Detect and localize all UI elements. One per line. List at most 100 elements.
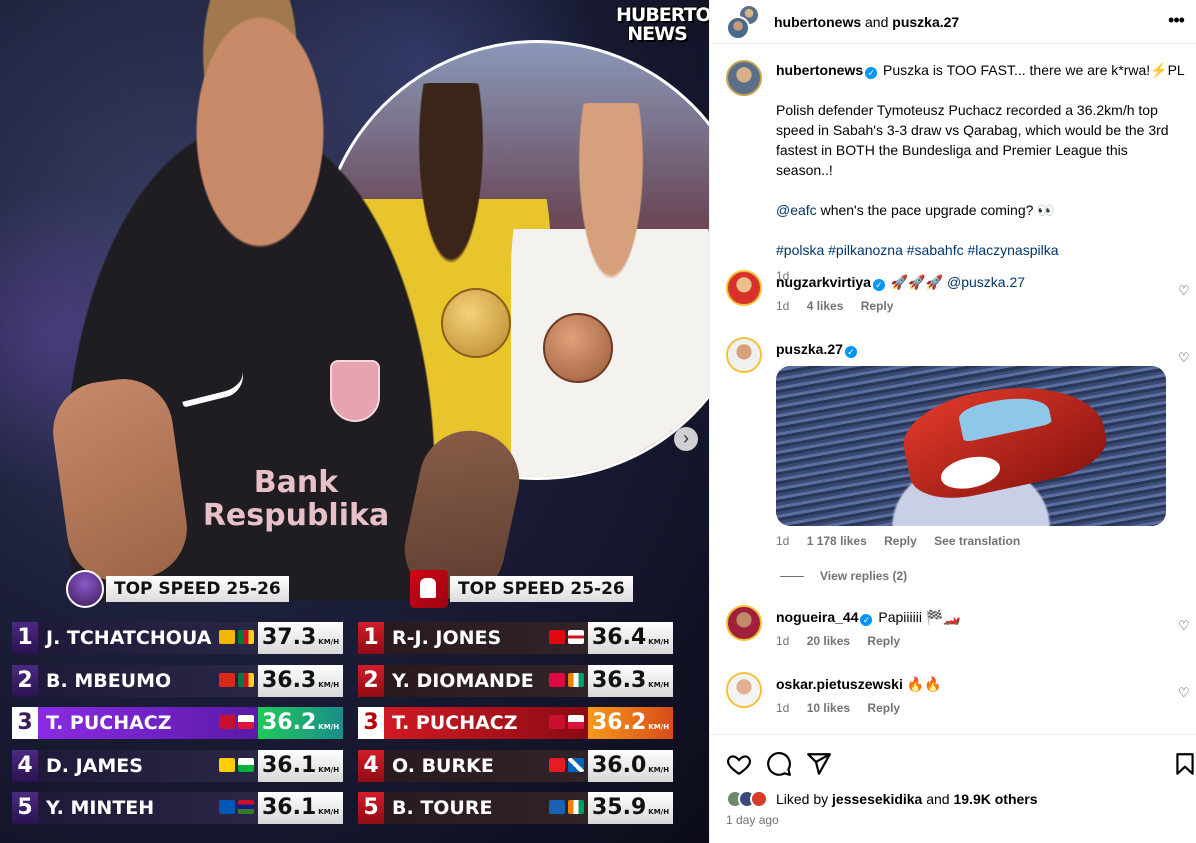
caption-question: when's the pace upgrade coming? 👀	[820, 202, 1055, 218]
bl-header: TOP SPEED 25-26	[410, 570, 633, 608]
bookmark-icon[interactable]	[1172, 751, 1196, 777]
pl-title: TOP SPEED 25-26	[106, 576, 289, 602]
author-username[interactable]: hubertonews	[774, 14, 861, 30]
rank-number: 3	[12, 707, 38, 739]
flag-icon	[219, 630, 235, 644]
comment-mention[interactable]: @puszka.27	[947, 274, 1025, 290]
sponsor-line-1: Bank	[253, 465, 339, 500]
speed-unit: KM/H	[648, 680, 670, 689]
flag-icon	[238, 630, 254, 644]
player-name: B. TOURE	[384, 792, 588, 824]
carousel-next-button[interactable]: ›	[674, 427, 698, 451]
sponsor-line-2: Respublika	[202, 498, 390, 533]
player-name: Y. DIOMANDE	[384, 664, 588, 697]
speed-unit: KM/H	[318, 638, 340, 646]
comment-username[interactable]: puszka.27	[776, 341, 843, 357]
comment-likes[interactable]: 20 likes	[807, 634, 850, 648]
share-send-icon[interactable]	[806, 751, 832, 777]
avatar[interactable]	[726, 270, 762, 306]
verified-badge-icon: ✓	[860, 614, 873, 626]
speed-number: 36.0	[592, 752, 647, 778]
caption-mention[interactable]: @eafc	[776, 202, 817, 218]
like-comment-heart-icon[interactable]: ♡	[1178, 619, 1192, 633]
comment-bubble-icon[interactable]	[766, 751, 792, 777]
player-name-text: B. MBEUMO	[46, 669, 172, 692]
like-comment-heart-icon[interactable]: ♡	[1178, 284, 1192, 298]
comment-likes[interactable]: 1 178 likes	[807, 534, 867, 548]
club-and-nation-icons	[549, 715, 584, 729]
club-and-nation-icons	[549, 630, 584, 644]
player-name: T. PUCHACZ	[384, 707, 588, 739]
comment-likes[interactable]: 4 likes	[807, 299, 844, 313]
liked-by-count[interactable]: 19.9K others	[953, 791, 1037, 807]
speed-row: 1 R-J. JONES 36.4 KM/H	[358, 622, 673, 654]
see-translation-button[interactable]: See translation	[934, 534, 1020, 548]
bronze-medal	[543, 313, 613, 383]
top-speed-value: 36.3 KM/H	[258, 664, 343, 697]
speed-unit: KM/H	[318, 723, 340, 731]
top-speed-value: 36.4 KM/H	[588, 622, 673, 654]
avatar[interactable]	[726, 337, 762, 373]
coauthor-username[interactable]: puszka.27	[892, 14, 959, 30]
collab-avatars[interactable]	[726, 3, 764, 40]
club-and-nation-icons	[549, 672, 584, 687]
speed-unit: KM/H	[648, 808, 670, 816]
like-comment-heart-icon[interactable]: ♡	[1178, 686, 1192, 700]
premier-league-logo-icon	[66, 570, 104, 608]
liked-by: Liked by jessesekidika and 19.9K others	[726, 790, 1038, 808]
player-name: Y. MINTEH	[38, 792, 258, 824]
player-name: B. MBEUMO	[38, 664, 258, 697]
reply-button[interactable]: Reply	[884, 534, 917, 548]
view-replies-button[interactable]: View replies (2)	[780, 569, 907, 583]
rank-number: 1	[358, 622, 384, 654]
like-heart-icon[interactable]	[726, 751, 752, 777]
flag-icon	[219, 800, 235, 814]
avatar	[726, 15, 750, 40]
speed-number: 36.3	[592, 667, 647, 693]
more-options-icon[interactable]: •••	[1166, 10, 1186, 30]
top-speed-value: 36.3 KM/H	[588, 664, 673, 697]
flag-icon	[238, 715, 254, 729]
flag-icon	[549, 672, 565, 687]
speed-unit: KM/H	[318, 765, 340, 774]
reply-button[interactable]: Reply	[861, 299, 894, 313]
flag-icon	[238, 672, 254, 687]
speed-number: 37.3	[262, 625, 317, 650]
flag-icon	[549, 715, 565, 729]
avatar[interactable]	[726, 672, 762, 708]
player-name-text: D. JAMES	[46, 754, 143, 777]
lightning-mcqueen-gif[interactable]	[776, 366, 1166, 526]
flag-icon	[568, 672, 584, 687]
flag-icon	[568, 800, 584, 814]
club-and-nation-icons	[549, 757, 584, 772]
player-name: J. TCHATCHOUA	[38, 622, 258, 654]
post-media: Bank Respublika HUBERTO NEWS › TOP SPEED…	[0, 0, 709, 843]
player-name: R-J. JONES	[384, 622, 588, 654]
speed-number: 36.2	[262, 710, 317, 735]
avatar[interactable]	[726, 605, 762, 641]
comment-username[interactable]: oskar.pietuszewski	[776, 676, 903, 692]
verified-badge-icon: ✓	[865, 67, 878, 79]
caption-username[interactable]: hubertonews	[776, 62, 863, 78]
speed-unit: KM/H	[648, 723, 670, 731]
comment-username[interactable]: nugzarkvirtiya	[776, 274, 871, 290]
reply-button[interactable]: Reply	[867, 634, 900, 648]
like-comment-heart-icon[interactable]: ♡	[1178, 351, 1192, 365]
comment-likes[interactable]: 10 likes	[807, 701, 850, 715]
comment-text: Papiiiiii 🏁🏎️	[878, 609, 961, 625]
post-date[interactable]: 1 day ago	[726, 813, 779, 827]
club-and-nation-icons	[219, 672, 254, 687]
player-name-text: J. TCHATCHOUA	[46, 627, 212, 649]
comment: puszka.27 ✓ 1d 1 178 likes Reply See tran…	[726, 337, 1190, 550]
caption-hashtags[interactable]: #polska #pilkanozna #sabahfc #laczynaspi…	[776, 240, 1186, 260]
flag-icon	[219, 757, 235, 772]
avatar[interactable]	[726, 60, 762, 96]
player-name-text: Y. DIOMANDE	[392, 669, 534, 692]
speed-row: 5 Y. MINTEH 36.1 KM/H	[12, 792, 343, 824]
shirt-sponsor: Bank Respublika	[196, 466, 396, 532]
comment-username[interactable]: nogueira_44	[776, 609, 858, 625]
post-action-bar	[710, 734, 1196, 794]
player-name-text: Y. MINTEH	[46, 797, 155, 819]
reply-button[interactable]: Reply	[867, 701, 900, 715]
liked-by-user[interactable]: jessesekidika	[832, 791, 922, 807]
